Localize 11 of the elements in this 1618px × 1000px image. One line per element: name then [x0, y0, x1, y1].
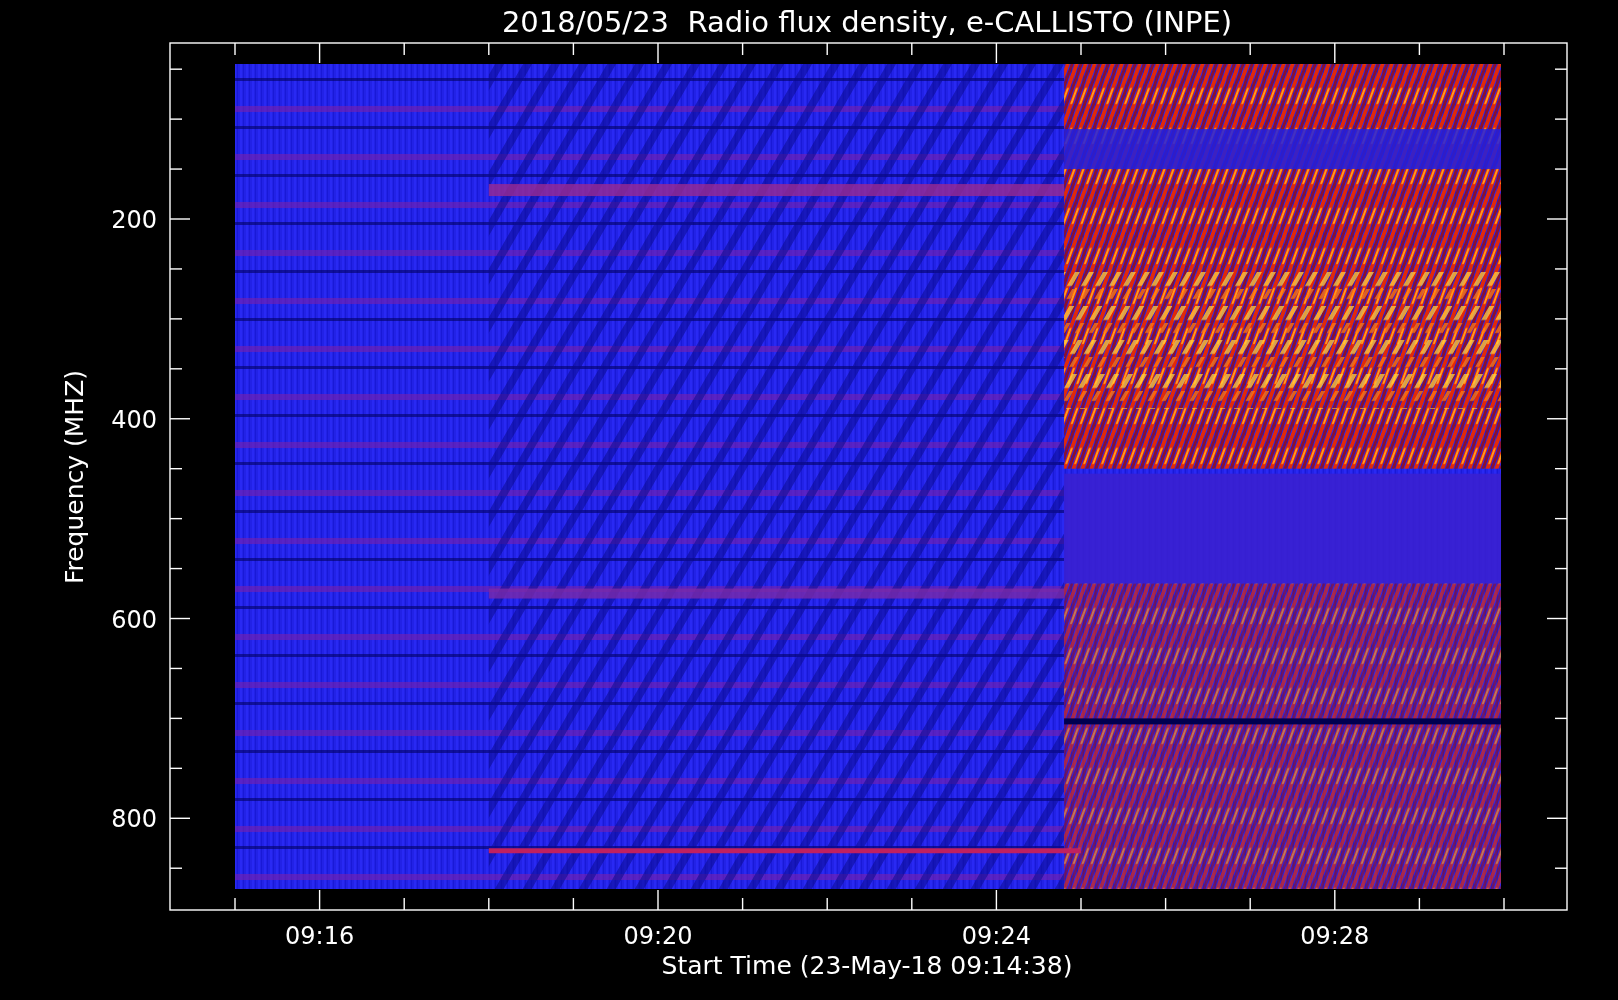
y-tick-label: 200 — [111, 206, 157, 234]
x-tick-label: 09:16 — [285, 922, 355, 950]
x-tick-label: 09:28 — [1300, 922, 1370, 950]
x-tick-label: 09:24 — [961, 922, 1031, 950]
x-tick-label: 09:20 — [623, 922, 693, 950]
y-tick-label: 400 — [111, 405, 157, 434]
chart-title: 2018/05/23 Radio flux density, e-CALLISTO (INPE) — [501, 5, 1233, 39]
y-tick-label: 600 — [111, 605, 157, 634]
y-tick-label: 800 — [111, 805, 157, 834]
x-axis-label: Start Time (23-May-18 09:14:38) — [661, 951, 1073, 980]
y-axis-label: Frequency (MHZ) — [60, 369, 89, 585]
